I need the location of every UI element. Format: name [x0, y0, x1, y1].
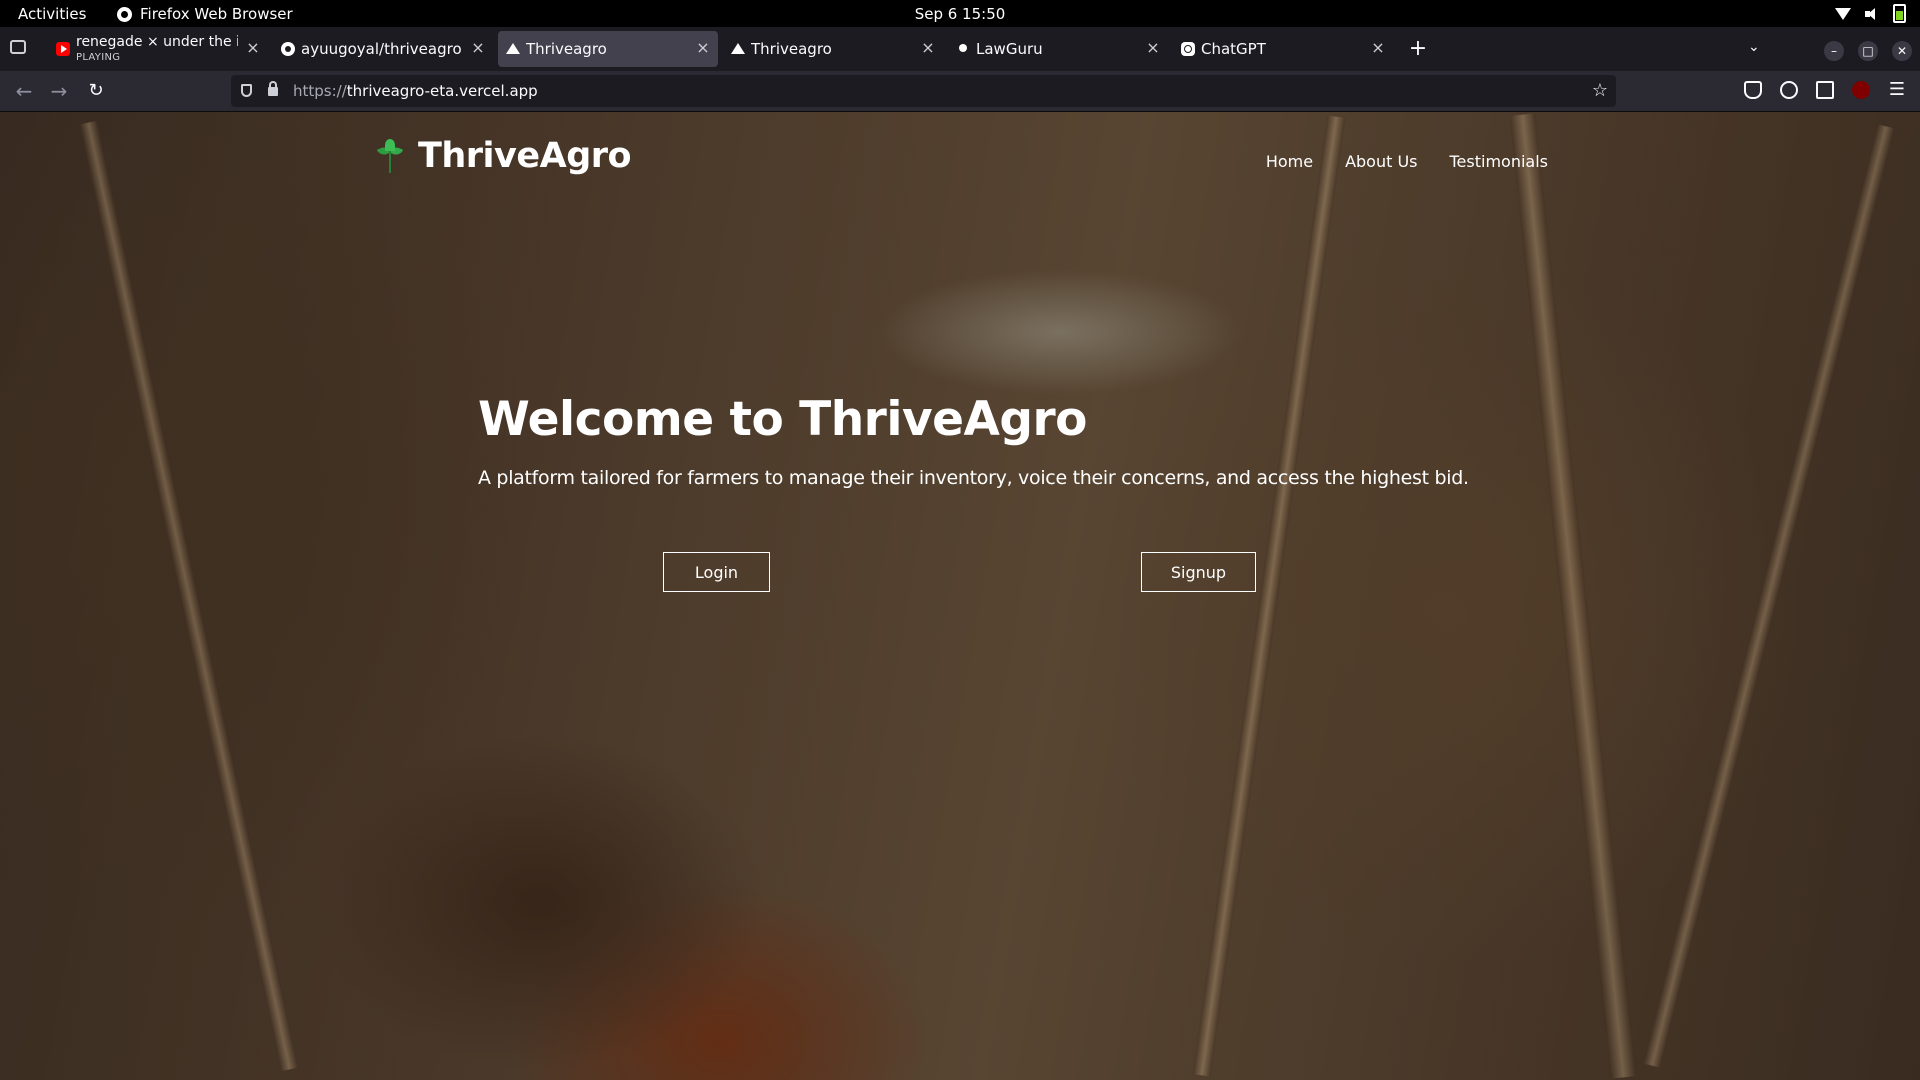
tab-close-icon[interactable]: ×	[1144, 39, 1162, 57]
background-stalk	[79, 120, 299, 1072]
background-stalk	[1643, 124, 1895, 1068]
new-tab-button[interactable]: +	[1404, 35, 1432, 63]
tracking-protection-icon[interactable]	[241, 84, 252, 97]
navigation-toolbar: ← → ↻ https://thriveagro-eta.vercel.app …	[0, 71, 1920, 112]
list-all-tabs-icon[interactable]: ⌄	[1748, 39, 1760, 55]
tab-thriveagro-active[interactable]: Thriveagro ×	[498, 31, 718, 67]
minimize-icon[interactable]: –	[1824, 41, 1844, 61]
reload-icon[interactable]: ↻	[84, 79, 108, 103]
tab-close-icon[interactable]: ×	[244, 39, 262, 57]
window-close-icon[interactable]: ✕	[1892, 41, 1912, 61]
hamburger-menu-icon[interactable]: ☰	[1888, 81, 1906, 99]
tab-close-icon[interactable]: ×	[694, 39, 712, 57]
battery-icon	[1893, 4, 1906, 23]
account-icon[interactable]	[1780, 81, 1798, 99]
hero-subtitle: A platform tailored for farmers to manag…	[478, 467, 1469, 489]
lawguru-icon	[959, 44, 967, 52]
brand-name: ThriveAgro	[418, 136, 632, 176]
nav-link-home[interactable]: Home	[1266, 152, 1313, 171]
tab-title: ChatGPT	[1201, 40, 1266, 58]
tab-title: LawGuru	[976, 40, 1043, 58]
github-icon	[281, 42, 295, 56]
lock-icon[interactable]	[268, 81, 278, 96]
tab-close-icon[interactable]: ×	[1369, 39, 1387, 57]
tab-strip: renegade × under the inf PLAYING × ayuug…	[0, 27, 1920, 71]
system-top-bar: Activities Firefox Web Browser Sep 6 15:…	[0, 0, 1920, 27]
address-bar[interactable]: https://thriveagro-eta.vercel.app ☆	[231, 75, 1616, 107]
background-stalk	[1509, 113, 1637, 1079]
tab-title: Thriveagro	[751, 40, 832, 58]
ublock-icon[interactable]	[1852, 81, 1870, 99]
nav-link-about-us[interactable]: About Us	[1345, 152, 1417, 171]
volume-icon	[1865, 7, 1879, 20]
forward-icon[interactable]: →	[47, 79, 71, 103]
tab-github[interactable]: ayuugoyal/thriveagro: Th ×	[273, 31, 493, 67]
tab-title: renegade × under the inf	[76, 34, 238, 50]
clock[interactable]: Sep 6 15:50	[0, 5, 1920, 23]
nav-link-testimonials[interactable]: Testimonials	[1450, 152, 1549, 171]
tab-title: Thriveagro	[526, 40, 607, 58]
tab-playing-label: PLAYING	[76, 52, 121, 63]
site-nav: Home About Us Testimonials	[1266, 152, 1548, 171]
wifi-icon	[1835, 7, 1851, 20]
pocket-icon[interactable]	[1744, 81, 1762, 99]
tab-chatgpt[interactable]: ChatGPT ×	[1173, 31, 1393, 67]
chatgpt-icon	[1181, 42, 1195, 56]
background-stalk	[1192, 115, 1346, 1077]
vercel-icon	[731, 43, 745, 54]
vercel-icon	[506, 43, 520, 54]
system-tray[interactable]	[1835, 4, 1906, 23]
url-text[interactable]: https://thriveagro-eta.vercel.app	[293, 82, 538, 100]
tab-close-icon[interactable]: ×	[469, 39, 487, 57]
signup-button[interactable]: Signup	[1141, 552, 1256, 592]
firefox-view-icon[interactable]	[10, 40, 26, 54]
tab-title: ayuugoyal/thriveagro: Th	[301, 40, 463, 58]
login-button[interactable]: Login	[663, 552, 770, 592]
sprout-icon	[376, 139, 404, 173]
tab-lawguru[interactable]: LawGuru ×	[948, 31, 1168, 67]
hero-section: ThriveAgro Home About Us Testimonials We…	[0, 112, 1920, 1080]
extensions-icon[interactable]	[1816, 81, 1834, 99]
maximize-icon[interactable]: □	[1858, 41, 1878, 61]
bookmark-star-icon[interactable]: ☆	[1592, 80, 1608, 101]
back-icon[interactable]: ←	[12, 79, 36, 103]
tab-youtube[interactable]: renegade × under the inf PLAYING ×	[48, 31, 268, 67]
youtube-icon	[56, 42, 70, 56]
tab-close-icon[interactable]: ×	[919, 39, 937, 57]
tab-thriveagro[interactable]: Thriveagro ×	[723, 31, 943, 67]
hero-title: Welcome to ThriveAgro	[478, 392, 1087, 447]
site-logo[interactable]: ThriveAgro	[376, 136, 632, 176]
